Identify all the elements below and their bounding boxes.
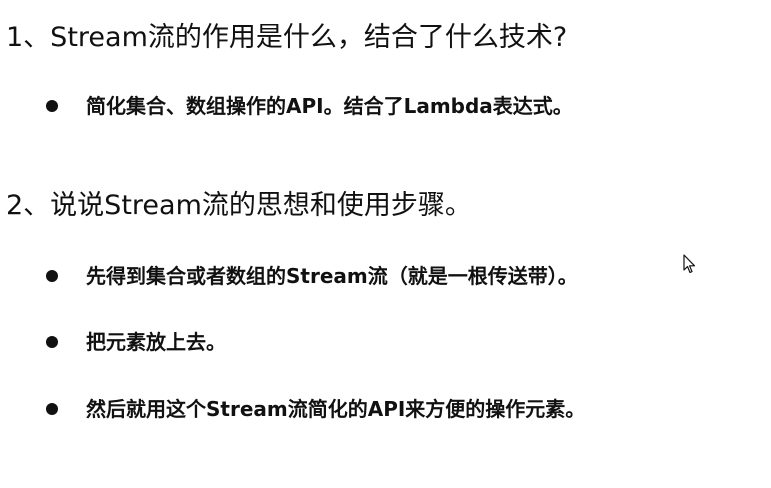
question-2: 2、说说Stream流的思想和使用步骤。 bbox=[6, 190, 472, 221]
question-1: 1、Stream流的作用是什么，结合了什么技术? bbox=[6, 22, 568, 53]
bullet-dot-icon bbox=[46, 270, 58, 282]
bullet-dot-icon bbox=[46, 403, 58, 415]
bullet-dot-icon bbox=[46, 336, 58, 348]
answer-text: 简化集合、数组操作的API。结合了Lambda表达式。 bbox=[86, 94, 573, 118]
answer-text: 然后就用这个Stream流简化的API来方便的操作元素。 bbox=[86, 397, 586, 421]
answer-text: 先得到集合或者数组的Stream流（就是一根传送带）。 bbox=[86, 264, 578, 288]
answer-item: 然后就用这个Stream流简化的API来方便的操作元素。 bbox=[46, 399, 585, 419]
answer-item: 把元素放上去。 bbox=[46, 332, 226, 352]
answer-text: 把元素放上去。 bbox=[86, 330, 226, 354]
bullet-dot-icon bbox=[46, 100, 58, 112]
answer-item: 先得到集合或者数组的Stream流（就是一根传送带）。 bbox=[46, 266, 578, 286]
mouse-pointer-icon bbox=[683, 254, 696, 274]
answer-item: 简化集合、数组操作的API。结合了Lambda表达式。 bbox=[46, 96, 573, 116]
